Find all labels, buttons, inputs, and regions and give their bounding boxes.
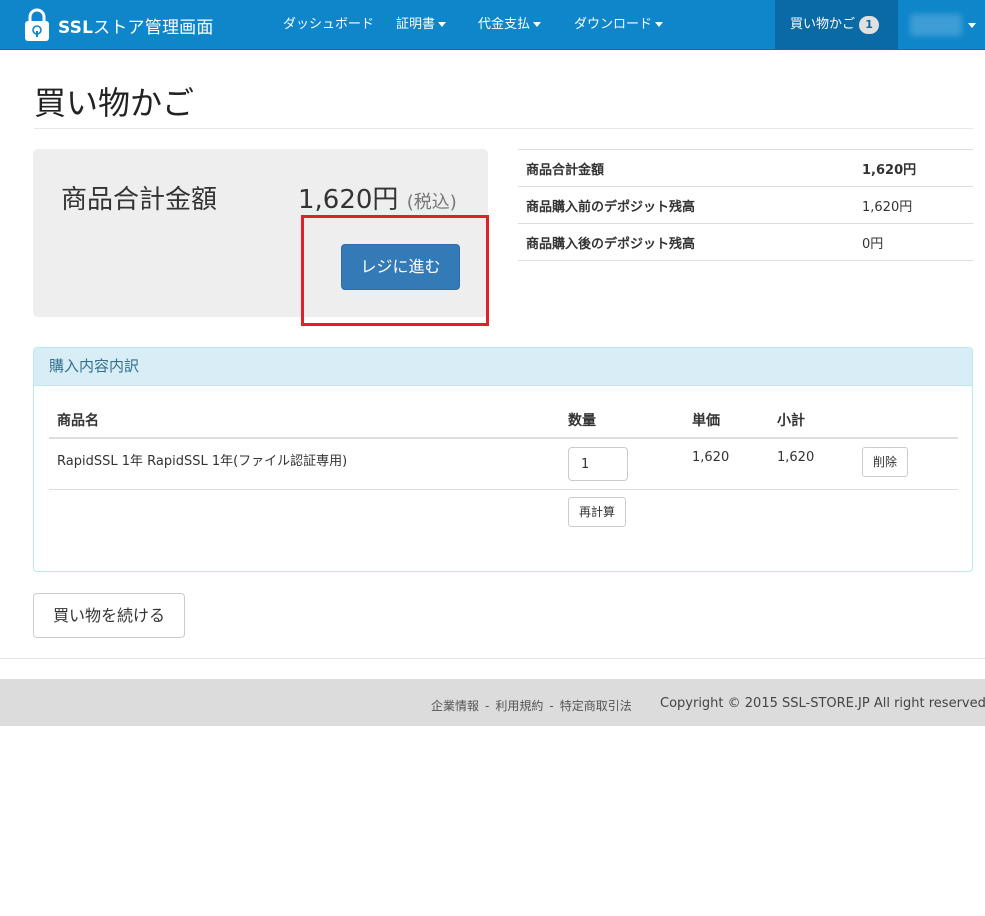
brand-link[interactable]: SSLストア管理画面 (24, 6, 214, 44)
unit-price: 1,620 (692, 450, 730, 465)
footer-separator: - (485, 699, 490, 713)
footer-link-company[interactable]: 企業情報 (431, 699, 479, 713)
footer-separator: - (549, 699, 554, 713)
top-navbar: SSLストア管理画面 ダッシュボード 証明書 代金支払 ダウンロード 買い物かご… (0, 0, 985, 50)
subtotal: 1,620 (777, 450, 815, 465)
summary-value: 0円 (854, 223, 973, 261)
footer-links: 企業情報 - 利用規約 - 特定商取引法 (431, 697, 632, 714)
nav-download-dropdown[interactable]: ダウンロード (574, 0, 664, 50)
column-header-product: 商品名 (57, 413, 99, 429)
header-divider (34, 128, 973, 129)
caret-down-icon (533, 22, 542, 27)
summary-value: 1,620円 (854, 149, 973, 187)
summary-label: 商品合計金額 (518, 149, 854, 187)
product-name: RapidSSL 1年 RapidSSL 1年(ファイル認証専用) (57, 454, 348, 469)
table-header-divider (49, 437, 958, 439)
page-title: 買い物かご (34, 84, 195, 122)
delete-item-button[interactable]: 削除 (862, 447, 908, 477)
copyright-text: Copyright © 2015 SSL-STORE.JP All right … (660, 696, 985, 711)
continue-shopping-button[interactable]: 買い物を続ける (33, 593, 185, 638)
nav-payment-dropdown[interactable]: 代金支払 (478, 0, 542, 50)
nav-certificates-dropdown[interactable]: 証明書 (396, 0, 447, 50)
blurred-username (910, 14, 962, 36)
order-details-panel: 購入内容内訳 商品名 数量 単価 小計 RapidSSL 1年 RapidSSL… (33, 347, 973, 572)
caret-down-icon (655, 22, 664, 27)
column-header-subtotal: 小計 (777, 413, 805, 429)
lock-icon (25, 8, 49, 41)
footer-link-commerce-law[interactable]: 特定商取引法 (560, 699, 632, 713)
table-row: 商品購入後のデポジット残高 0円 (518, 223, 973, 261)
table-row: 商品合計金額 1,620円 (518, 149, 973, 187)
total-amount: 1,620円 (税込) (298, 185, 457, 215)
nav-cart[interactable]: 買い物かご 1 (775, 0, 898, 50)
summary-value: 1,620円 (854, 186, 973, 224)
table-row: 商品購入前のデポジット残高 1,620円 (518, 186, 973, 224)
tax-note: (税込) (406, 192, 457, 213)
row-divider (49, 489, 958, 490)
caret-down-icon (968, 23, 976, 28)
quantity-input[interactable] (568, 447, 628, 481)
user-menu-dropdown[interactable] (898, 0, 985, 50)
column-header-unit-price: 単価 (692, 413, 720, 429)
balance-summary-table: 商品合計金額 1,620円 商品購入前のデポジット残高 1,620円 商品購入後… (518, 149, 973, 261)
summary-label: 商品購入前のデポジット残高 (518, 186, 854, 224)
brand-title: SSLストア管理画面 (58, 17, 214, 38)
column-header-quantity: 数量 (568, 413, 596, 429)
recalculate-button[interactable]: 再計算 (568, 497, 626, 527)
nav-dashboard[interactable]: ダッシュボード (283, 0, 374, 50)
content-divider (0, 658, 985, 659)
total-label: 商品合計金額 (61, 185, 218, 215)
cart-count-badge: 1 (859, 15, 880, 34)
caret-down-icon (438, 22, 447, 27)
highlight-box (301, 215, 489, 326)
footer: 企業情報 - 利用規約 - 特定商取引法 Copyright © 2015 SSL-ST… (0, 679, 985, 726)
footer-link-terms[interactable]: 利用規約 (495, 699, 543, 713)
summary-label: 商品購入後のデポジット残高 (518, 223, 854, 261)
panel-heading: 購入内容内訳 (34, 348, 972, 386)
